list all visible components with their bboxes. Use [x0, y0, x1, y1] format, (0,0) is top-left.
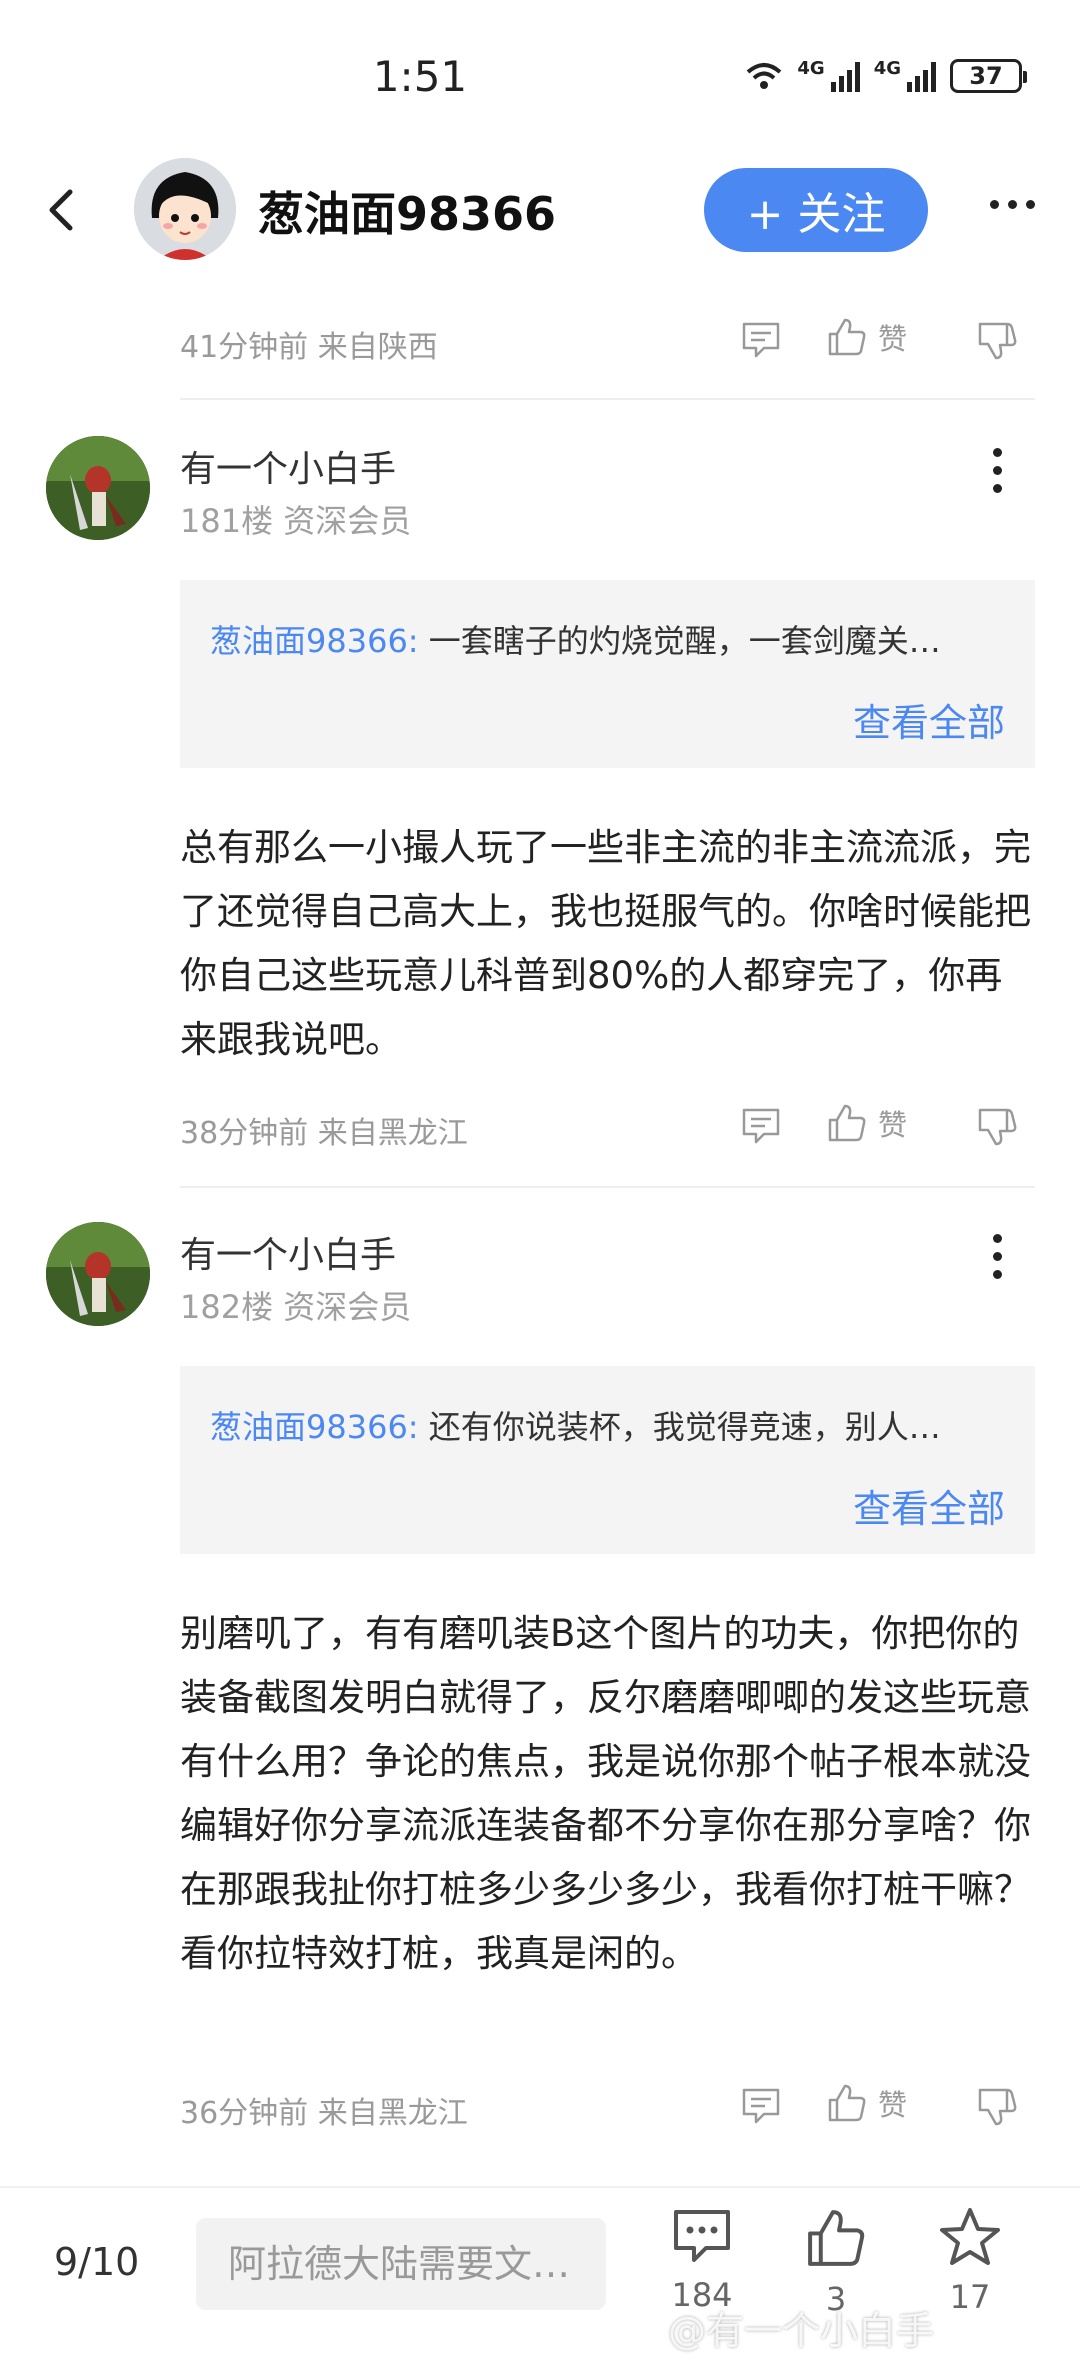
follow-button[interactable]: + 关注 [704, 168, 928, 252]
comment-time-location: 38分钟前 来自黑龙江 [180, 1116, 468, 1151]
see-all-link[interactable]: 查看全部 [853, 1478, 1005, 1533]
comment-more-button[interactable] [993, 1234, 1002, 1279]
quote-text: 还有你说装杯，我觉得竞速，别人… [418, 1408, 941, 1446]
reply-button[interactable] [740, 320, 782, 364]
thumbs-up-icon [828, 318, 866, 356]
like-button[interactable]: 赞 [826, 2082, 907, 2124]
commenter-name[interactable]: 有一个小白手 [180, 440, 396, 492]
commenter-avatar[interactable] [46, 1222, 150, 1326]
quote-line: 葱油面98366: 一套瞎子的灼烧觉醒，一套剑魔关… [210, 616, 1000, 662]
star-icon [940, 2208, 1000, 2265]
floor-label: 182楼 资深会员 [180, 1288, 412, 1326]
reply-button[interactable] [740, 1106, 782, 1150]
comment-more-button[interactable] [993, 448, 1002, 493]
thumbs-down-icon [978, 2088, 1017, 2126]
comment-time-location: 36分钟前 来自黑龙江 [180, 2096, 468, 2131]
dislike-button[interactable] [976, 2086, 1018, 2132]
like-button[interactable]: 赞 [826, 316, 907, 358]
battery-indicator: 37 [950, 58, 1027, 93]
quote-text: 一套瞎子的灼烧觉醒，一套剑魔关… [418, 622, 941, 660]
like-label: 赞 [878, 322, 908, 356]
dislike-button[interactable] [976, 1106, 1018, 1152]
quoted-reply[interactable]: 葱油面98366: 还有你说装杯，我觉得竞速，别人… 查看全部 [180, 1366, 1035, 1554]
status-icons: 4G 4G 37 [745, 58, 1027, 93]
quote-line: 葱油面98366: 还有你说装杯，我觉得竞速，别人… [210, 1402, 1000, 1448]
quoted-reply[interactable]: 葱油面98366: 一套瞎子的灼烧觉醒，一套剑魔关… 查看全部 [180, 580, 1035, 768]
chevron-left-icon [49, 189, 73, 231]
floor-label: 181楼 资深会员 [180, 502, 412, 540]
like-button[interactable]: 赞 [826, 1102, 907, 1144]
quote-username[interactable]: 葱油面98366: [210, 622, 419, 660]
signal-icon [830, 60, 860, 92]
thumbs-down-icon [978, 322, 1017, 360]
divider [180, 1186, 1035, 1188]
network-type-1: 4G [797, 58, 825, 79]
character-avatar-icon [46, 1222, 150, 1326]
divider [180, 398, 1035, 400]
post-time-location: 41分钟前 来自陕西 [180, 330, 438, 365]
reply-input[interactable]: 阿拉德大陆需要文… [196, 2218, 606, 2310]
reply-button[interactable] [740, 2086, 782, 2130]
comment-icon [674, 2210, 730, 2262]
comments-button[interactable]: 184 [652, 2206, 752, 2314]
page-indicator[interactable]: 9/10 [54, 2240, 139, 2284]
comment-body: 总有那么一小撮人玩了一些非主流的非主流流派，完了还觉得自己高大上，我也挺服气的。… [180, 826, 1031, 1061]
post-meta-row: 41分钟前 来自陕西 赞 [180, 314, 1030, 366]
commenter-name[interactable]: 有一个小白手 [180, 1226, 396, 1278]
dislike-button[interactable] [976, 320, 1018, 366]
like-label: 赞 [878, 2088, 908, 2122]
network-type-2: 4G [873, 58, 901, 79]
comment-meta-row: 38分钟前 来自黑龙江 赞 [180, 1100, 1030, 1152]
status-bar: 1:51 4G 4G 37 [0, 0, 1080, 150]
comment-body: 别磨叽了，有有磨叽装B这个图片的功夫，你把你的装备截图发明白就得了，反尔磨磨唧唧… [180, 1612, 1031, 1975]
comment-icon [742, 322, 780, 358]
thumbs-down-icon [978, 1108, 1017, 1146]
wifi-icon [747, 62, 782, 89]
thumbs-up-icon [808, 2210, 865, 2266]
comment-icon [742, 1108, 780, 1144]
comment-icon [742, 2088, 780, 2124]
quote-username[interactable]: 葱油面98366: [210, 1408, 419, 1446]
thumbs-up-icon [828, 1104, 866, 1142]
character-avatar-icon [46, 436, 150, 540]
author-name[interactable]: 葱油面98366 [258, 178, 556, 244]
favorite-count: 17 [949, 2278, 991, 2316]
more-options-button[interactable] [990, 200, 1035, 209]
favorite-button[interactable]: 17 [920, 2206, 1020, 2316]
see-all-link[interactable]: 查看全部 [853, 692, 1005, 747]
thumbs-up-icon [828, 2084, 866, 2122]
cartoon-avatar-icon [134, 158, 236, 260]
back-button[interactable] [36, 180, 86, 240]
commenter-avatar[interactable] [46, 436, 150, 540]
author-avatar[interactable] [134, 158, 236, 260]
like-label: 赞 [878, 1108, 908, 1142]
thread-header: 葱油面98366 + 关注 [0, 150, 1080, 270]
status-time: 1:51 [372, 52, 468, 101]
watermark: @有一个小白手 [668, 2309, 935, 2353]
signal-icon [907, 60, 936, 92]
comment-meta-row: 36分钟前 来自黑龙江 赞 [180, 2080, 1030, 2132]
